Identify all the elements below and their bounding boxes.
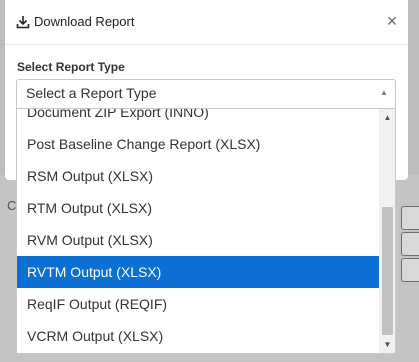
dropdown-scrollbar[interactable]: ▲ ▼ bbox=[379, 109, 395, 353]
option-rsm-output[interactable]: RSM Output (XLSX) bbox=[17, 160, 379, 192]
close-button[interactable]: × bbox=[384, 11, 400, 31]
select-placeholder: Select a Report Type bbox=[26, 85, 157, 101]
option-rtm-output[interactable]: RTM Output (XLSX) bbox=[17, 192, 379, 224]
option-rvm-output[interactable]: RVM Output (XLSX) bbox=[17, 224, 379, 256]
option-rvtm-output[interactable]: RVTM Output (XLSX) bbox=[17, 256, 379, 288]
report-type-select[interactable]: Select a Report Type ▲ bbox=[16, 79, 396, 109]
background-button bbox=[401, 206, 419, 230]
dialog-title: Download Report bbox=[34, 14, 135, 29]
report-type-dropdown: Document ZIP Export (INNO) Post Baseline… bbox=[16, 109, 396, 354]
background-button bbox=[401, 232, 419, 256]
option-reqif-output[interactable]: ReqIF Output (REQIF) bbox=[17, 288, 379, 320]
scrollbar-thumb[interactable] bbox=[382, 207, 393, 335]
download-icon bbox=[16, 16, 30, 29]
background-button bbox=[401, 258, 419, 282]
report-type-label: Select Report Type bbox=[17, 60, 125, 74]
dialog-header: Download Report × bbox=[5, 0, 408, 45]
scroll-down-icon[interactable]: ▼ bbox=[379, 339, 395, 351]
chevron-up-icon: ▲ bbox=[380, 88, 388, 97]
option-vcrm-output[interactable]: VCRM Output (XLSX) bbox=[17, 320, 379, 352]
option-document-zip-export[interactable]: Document ZIP Export (INNO) bbox=[17, 109, 379, 128]
scroll-up-icon[interactable]: ▲ bbox=[379, 112, 395, 124]
option-list: Document ZIP Export (INNO) Post Baseline… bbox=[17, 109, 379, 353]
option-post-baseline-change-report[interactable]: Post Baseline Change Report (XLSX) bbox=[17, 128, 379, 160]
background-text: C bbox=[7, 198, 17, 213]
